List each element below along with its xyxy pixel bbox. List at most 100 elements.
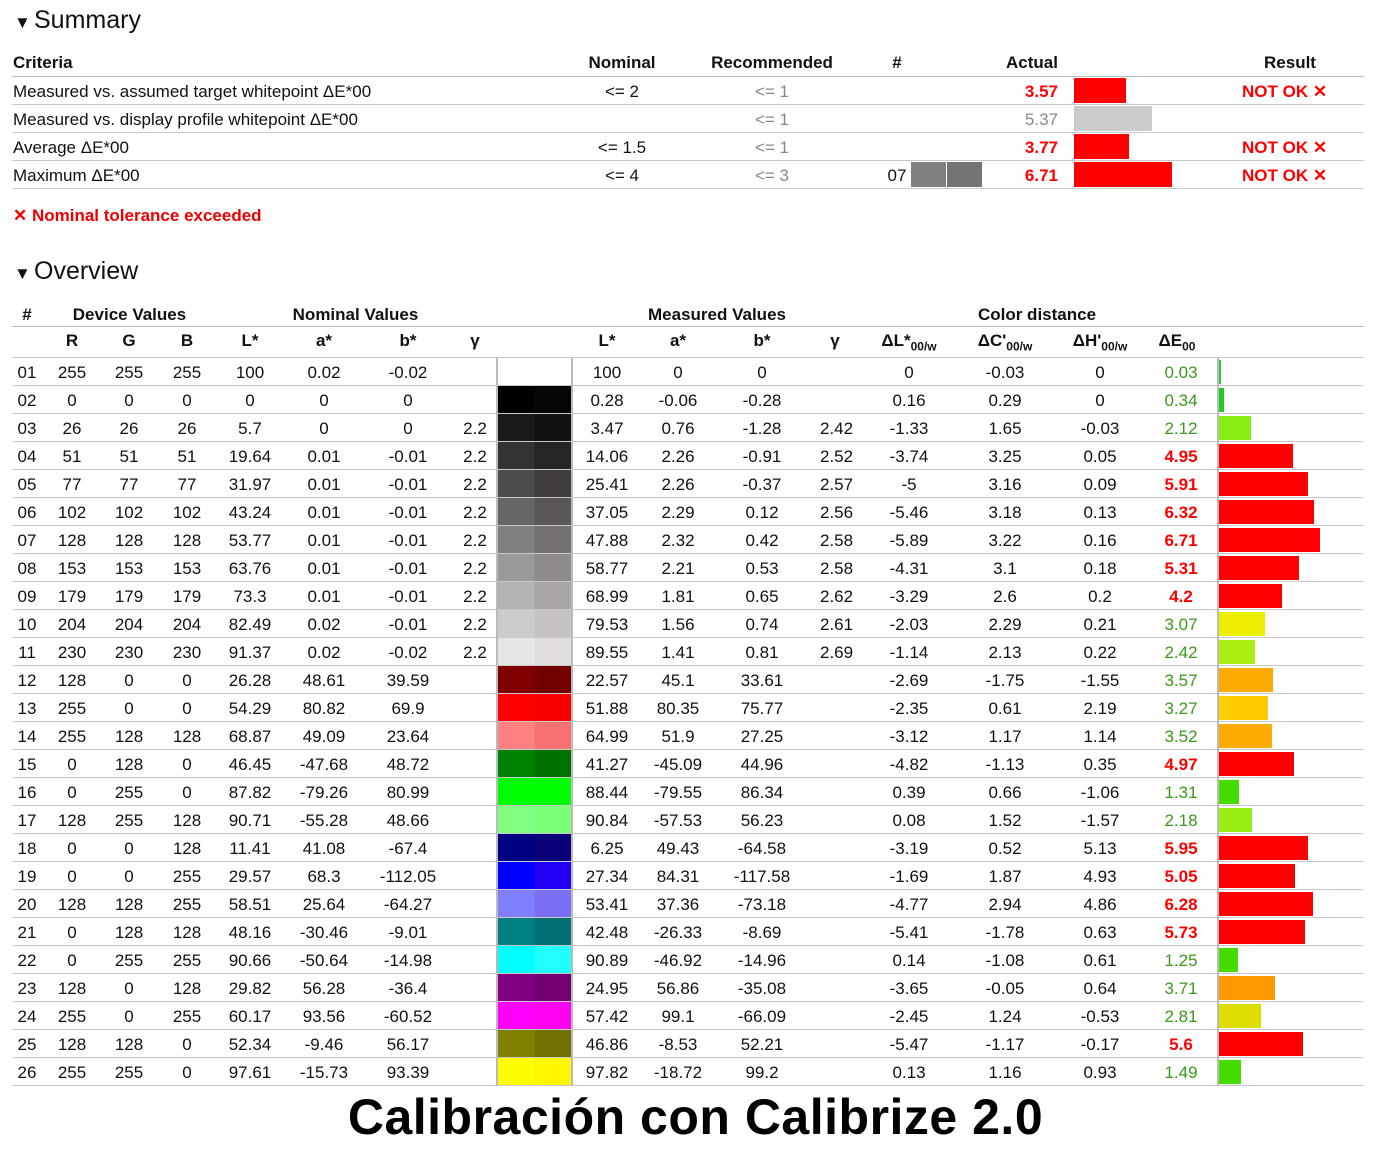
color-patch	[498, 918, 571, 945]
patch-number: 18	[17, 839, 37, 858]
color-patch	[498, 750, 571, 777]
device-r: 77	[62, 475, 82, 494]
measured-a: 1.56	[661, 615, 695, 634]
patch-number: 07	[17, 531, 37, 550]
color-patch	[498, 610, 571, 637]
device-r: 128	[57, 531, 87, 550]
measured-b: 0.12	[745, 503, 779, 522]
actual-bar	[1074, 106, 1152, 131]
nominal-l: 100	[235, 363, 265, 382]
device-b: 128	[172, 979, 202, 998]
nominal-a: -50.64	[299, 951, 349, 970]
delta-e: 5.6	[1169, 1035, 1193, 1054]
recommended-value: <= 1	[754, 138, 790, 157]
measured-a: 0.76	[661, 419, 695, 438]
actual-value: 3.77	[1024, 138, 1058, 157]
measured-gamma: 2.52	[820, 447, 854, 466]
recommended-value: <= 1	[754, 110, 790, 129]
measured-l: 27.34	[585, 867, 629, 886]
nominal-b: -9.01	[388, 923, 428, 942]
nominal-gamma: 2.2	[463, 419, 487, 438]
measured-l: 0.28	[590, 391, 624, 410]
delta-e: 3.57	[1164, 671, 1198, 690]
color-patch	[498, 414, 571, 441]
patch-number: 17	[17, 811, 37, 830]
summary-toggle[interactable]: ▼ Summary	[14, 6, 141, 35]
col-nominal: Nominal	[588, 53, 656, 72]
measured-l: 68.99	[585, 587, 629, 606]
measured-l: 14.06	[585, 447, 629, 466]
device-g: 179	[114, 587, 144, 606]
delta-l: -4.82	[889, 755, 929, 774]
delta-l: -4.77	[889, 895, 929, 914]
col-delta-h: ΔH'00/w	[1072, 331, 1128, 354]
measured-l: 3.47	[590, 419, 624, 438]
nominal-l: 54.29	[228, 699, 272, 718]
delta-l: -1.33	[889, 419, 929, 438]
overview-row: 04 51 51 51 19.64 0.01 -0.01 2.2 14.06 2.26 -0.91 2…	[12, 442, 1364, 470]
summary-row: Maximum ΔE*00 <= 4 <= 3 07 6.71 NOT OK ✕	[12, 161, 1364, 189]
delta-e-bar	[1219, 612, 1265, 636]
device-b: 0	[182, 1035, 192, 1054]
measured-l: 57.42	[585, 1007, 629, 1026]
measured-l: 100	[592, 363, 622, 382]
delta-e: 0.34	[1164, 391, 1198, 410]
color-patch	[498, 1002, 571, 1029]
collapse-triangle-icon: ▼	[14, 264, 31, 283]
nominal-b: -0.01	[388, 615, 428, 634]
col-measured-a: a*	[669, 331, 687, 350]
nominal-b: -14.98	[383, 951, 433, 970]
delta-c: 3.1	[993, 559, 1017, 578]
nominal-a: 56.28	[302, 979, 346, 998]
delta-e: 1.31	[1164, 783, 1198, 802]
device-r: 255	[57, 1007, 87, 1026]
nominal-l: 48.16	[228, 923, 272, 942]
col-measured-gamma: γ	[830, 331, 840, 350]
nominal-b: 39.59	[386, 671, 430, 690]
measured-l: 25.41	[585, 475, 629, 494]
delta-l: -3.74	[889, 447, 929, 466]
color-patch	[498, 806, 571, 833]
device-b: 255	[172, 895, 202, 914]
device-b: 204	[172, 615, 202, 634]
color-patch	[498, 694, 571, 721]
delta-e-bar	[1219, 640, 1255, 664]
nominal-a: -9.46	[304, 1035, 344, 1054]
measured-b: 0.53	[745, 559, 779, 578]
delta-c: 0.61	[988, 699, 1022, 718]
device-b: 0	[182, 699, 192, 718]
measured-l: 42.48	[585, 923, 629, 942]
device-r: 26	[62, 419, 82, 438]
measured-a: 1.41	[661, 643, 695, 662]
measured-gamma: 2.69	[820, 643, 854, 662]
delta-c: 1.16	[988, 1063, 1022, 1082]
delta-c: 1.24	[988, 1007, 1022, 1026]
delta-e: 4.2	[1169, 587, 1193, 606]
nominal-a: -55.28	[299, 811, 349, 830]
measured-a: 84.31	[656, 867, 700, 886]
device-b: 255	[172, 951, 202, 970]
delta-c: 1.87	[988, 867, 1022, 886]
delta-l: -5.47	[889, 1035, 929, 1054]
overview-row: 19 0 0 255 29.57 68.3 -112.05 27.34 84.31 -117.58…	[12, 862, 1364, 890]
overview-row: 03 26 26 26 5.7 0 0 2.2 3.47 0.76 -1.28 2.42 -1.33 1.…	[12, 414, 1364, 442]
nominal-a: -30.46	[299, 923, 349, 942]
overview-toggle[interactable]: ▼ Overview	[14, 257, 138, 286]
device-g: 0	[124, 1007, 134, 1026]
summary-row: Average ΔE*00 <= 1.5 <= 1 3.77 NOT OK ✕	[12, 133, 1364, 161]
delta-l: -2.03	[889, 615, 929, 634]
color-patch	[498, 498, 571, 525]
nominal-b: -112.05	[379, 867, 437, 886]
overview-group-header: # Device Values Nominal Values Measured …	[12, 300, 1364, 327]
nominal-gamma: 2.2	[463, 503, 487, 522]
col-measured-l: L*	[598, 331, 616, 350]
device-r: 0	[67, 783, 77, 802]
delta-c: 2.29	[988, 615, 1022, 634]
delta-e-bar	[1219, 1004, 1261, 1028]
collapse-triangle-icon: ▼	[14, 13, 31, 32]
delta-h: 0.35	[1083, 755, 1117, 774]
device-b: 128	[172, 531, 202, 550]
delta-c: 2.6	[993, 587, 1017, 606]
nominal-b: 0	[403, 391, 413, 410]
summary-header-row: Criteria Nominal Recommended # Actual Re…	[12, 52, 1364, 77]
